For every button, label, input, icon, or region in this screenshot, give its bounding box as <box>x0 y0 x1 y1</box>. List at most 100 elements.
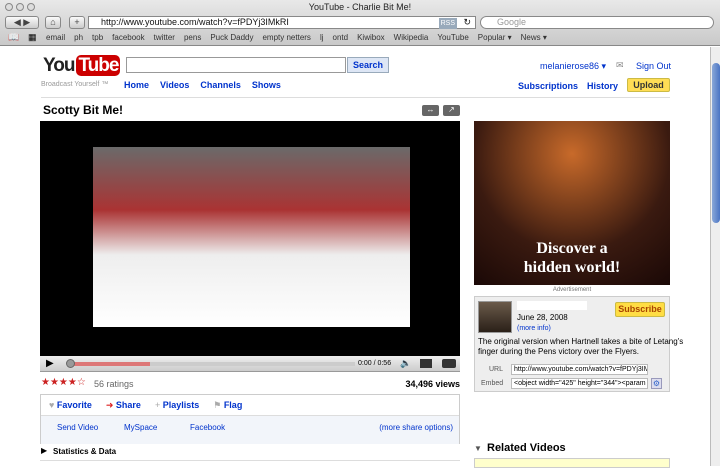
bookmark[interactable]: facebook <box>112 33 144 42</box>
upload-date: June 28, 2008 <box>517 313 568 322</box>
divider <box>41 97 670 98</box>
send-video-link[interactable]: Send Video <box>57 423 98 432</box>
time-display: 0:00 / 0:56 <box>358 360 392 367</box>
video-frame <box>93 147 410 327</box>
divider <box>40 460 460 461</box>
upload-button[interactable]: Upload <box>627 78 670 92</box>
search-placeholder: Google <box>497 17 527 27</box>
user-menu[interactable]: melanierose86 ▾ <box>540 61 606 72</box>
search-button[interactable]: Search <box>347 57 389 73</box>
statistics-toggle[interactable]: Statistics & Data <box>53 447 116 456</box>
video-player[interactable] <box>40 121 460 356</box>
myspace-link[interactable]: MySpace <box>124 423 157 432</box>
favorite-button[interactable]: ♥ Favorite <box>49 400 92 410</box>
ad-label: Advertisement <box>552 287 592 293</box>
bookmark[interactable]: tpb <box>92 33 103 42</box>
more-info-link[interactable]: (more info) <box>517 325 551 332</box>
more-share-options-link[interactable]: (more share options) <box>379 423 453 432</box>
main-nav: Home Videos Channels Shows <box>124 80 281 90</box>
view-count: 34,496 views <box>405 379 460 389</box>
add-bookmark-button[interactable]: + <box>69 16 85 29</box>
bookmark[interactable]: ph <box>74 33 83 42</box>
bookmark[interactable]: email <box>46 33 65 42</box>
playlists-button[interactable]: + Playlists <box>155 400 199 410</box>
play-icon[interactable]: ▶ <box>46 358 54 369</box>
tagline: Broadcast Yourself ™ <box>41 81 109 88</box>
home-icon[interactable]: ⌂ <box>45 16 61 29</box>
uploader-avatar[interactable] <box>478 301 512 333</box>
seek-bar[interactable] <box>70 362 355 366</box>
size-icon[interactable] <box>420 359 432 368</box>
collapse-arrow-icon[interactable]: ▼ <box>474 444 482 453</box>
bookmark[interactable]: Popular ▾ <box>478 33 512 42</box>
share-button[interactable]: ➜ Share <box>106 400 141 411</box>
address-bar[interactable]: http://www.youtube.com/watch?v=fPDYj3IMk… <box>88 16 476 29</box>
window-title: YouTube - Charlie Bit Me! <box>308 2 412 12</box>
subscriptions-link[interactable]: Subscriptions <box>518 81 578 91</box>
back-forward-button[interactable]: ◀ ▶ <box>5 16 39 29</box>
rss-badge[interactable]: RSS <box>438 18 457 29</box>
fullscreen-icon[interactable] <box>442 359 456 368</box>
grid-icon[interactable]: ▦ <box>28 32 37 43</box>
expand-icon[interactable]: ↔ <box>422 105 439 116</box>
bookmark[interactable]: ontd <box>333 33 349 42</box>
bookmarks-icon[interactable]: 📖 <box>8 32 19 43</box>
related-videos-heading[interactable]: Related Videos <box>487 442 566 454</box>
flag-button[interactable]: ⚑ Flag <box>213 400 242 411</box>
playlists-label: Playlists <box>162 400 200 410</box>
nav-videos[interactable]: Videos <box>160 80 189 90</box>
expand-arrow-icon[interactable]: ▶ <box>41 446 47 455</box>
bookmark[interactable]: Kiwibox <box>357 33 385 42</box>
plus-icon: + <box>154 400 163 410</box>
url-field[interactable]: http://www.youtube.com/watch?v=fPDYj3IMk… <box>511 364 648 375</box>
related-videos-list[interactable] <box>474 458 670 468</box>
seek-handle[interactable] <box>66 359 75 368</box>
bookmark[interactable]: YouTube <box>437 33 468 42</box>
reload-icon[interactable]: ↻ <box>463 17 471 28</box>
embed-field[interactable]: <object width="425" height="344"><param <box>511 378 648 389</box>
nav-home[interactable]: Home <box>124 80 149 90</box>
bookmark[interactable]: Wikipedia <box>394 33 429 42</box>
advertisement-banner[interactable]: Discover a hidden world! <box>474 121 670 285</box>
share-label: Share <box>115 399 141 410</box>
video-info-box: June 28, 2008 (more info) Subscribe The … <box>474 296 683 392</box>
subscribe-button[interactable]: Subscribe <box>615 302 665 317</box>
popout-icon[interactable]: ↗ <box>443 105 460 116</box>
bookmark[interactable]: News ▾ <box>521 33 547 42</box>
arrow-icon: ➜ <box>105 399 116 410</box>
search-input[interactable] <box>126 57 346 73</box>
video-title: Scotty Bit Me! <box>43 103 124 117</box>
nav-shows[interactable]: Shows <box>252 80 281 90</box>
scrollbar-thumb[interactable] <box>712 63 720 223</box>
youtube-logo[interactable]: You Tube <box>41 55 121 77</box>
logo-tube: Tube <box>76 55 121 76</box>
browser-chrome: YouTube - Charlie Bit Me! ◀ ▶ ⌂ + http:/… <box>0 0 720 46</box>
bookmark[interactable]: lj <box>320 33 324 42</box>
volume-icon[interactable]: 🔈 <box>400 358 411 369</box>
sign-out-link[interactable]: Sign Out <box>636 61 671 71</box>
actions-panel: ♥ Favorite ➜ Share + Playlists ⚑ Flag Se… <box>40 394 460 444</box>
scrollbar[interactable] <box>710 47 720 466</box>
browser-search-input[interactable]: Google <box>480 16 714 29</box>
ad-headline-2: hidden world! <box>523 259 621 276</box>
mail-icon[interactable]: ✉ <box>616 60 624 71</box>
url-text: http://www.youtube.com/watch?v=fPDYj3IMk… <box>101 17 289 27</box>
bookmark[interactable]: twitter <box>154 33 175 42</box>
uploader-name[interactable] <box>517 301 587 310</box>
history-link[interactable]: History <box>587 81 618 91</box>
flag-icon: ⚑ <box>213 399 224 410</box>
flag-label: Flag <box>223 399 243 410</box>
embed-label: Embed <box>481 380 504 387</box>
bookmark[interactable]: empty netters <box>262 33 310 42</box>
logo-you: You <box>43 55 75 76</box>
rating-stars[interactable]: ★★★★☆ <box>41 377 86 388</box>
bookmark[interactable]: pens <box>184 33 201 42</box>
bookmark[interactable]: Puck Daddy <box>210 33 253 42</box>
ratings-count: 56 ratings <box>94 379 134 389</box>
facebook-link[interactable]: Facebook <box>190 423 225 432</box>
favorite-label: Favorite <box>56 400 92 410</box>
ad-headline-1: Discover a <box>536 240 608 257</box>
nav-channels[interactable]: Channels <box>200 80 241 90</box>
player-controls: ▶ 0:00 / 0:56 🔈 <box>40 356 460 372</box>
gear-icon[interactable]: ⚙ <box>651 378 662 389</box>
